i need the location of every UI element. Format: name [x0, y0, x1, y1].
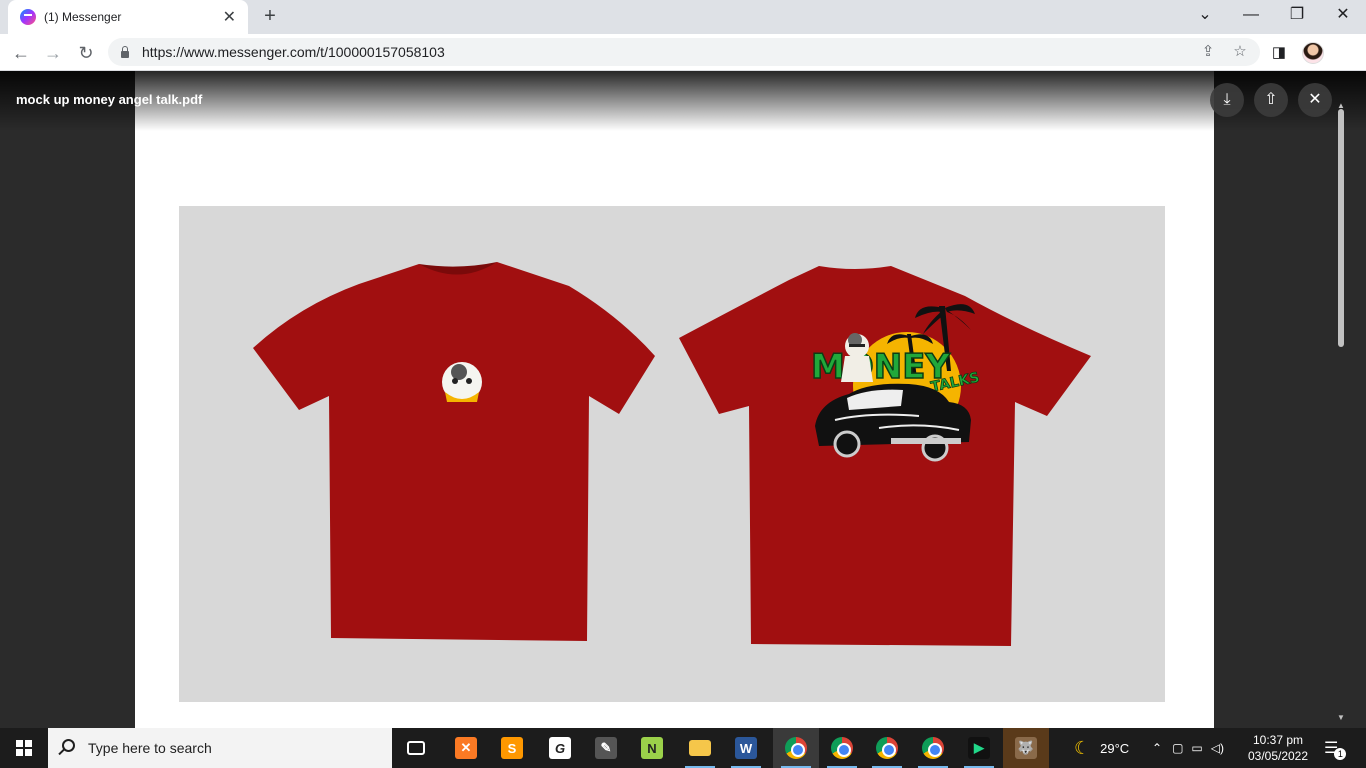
close-window-button[interactable]: ✕: [1320, 0, 1366, 34]
weather-temp: 29°C: [1100, 740, 1130, 756]
pycharm-icon[interactable]: ▶: [956, 728, 1002, 768]
pdf-page: MONEY TALKS: [135, 71, 1214, 728]
back-button[interactable]: ←: [8, 40, 34, 66]
tab-close-icon[interactable]: ✕: [223, 7, 236, 27]
chevron-up-icon[interactable]: ⌃: [1152, 741, 1162, 755]
scrollbar-thumb[interactable]: [1338, 109, 1344, 347]
share-icon[interactable]: ⇪: [1196, 40, 1220, 64]
word-icon[interactable]: W: [723, 728, 769, 768]
pdf-viewer: MONEY TALKS mock up money angel talk.pdf…: [0, 71, 1366, 728]
gimp-icon[interactable]: 🐺: [1003, 728, 1049, 768]
viewer-top-bar: mock up money angel talk.pdf ⤓ ⇧ ✕: [0, 71, 1366, 131]
clock-time: 10:37 pm: [1252, 733, 1304, 747]
notification-badge: 1: [1334, 748, 1347, 760]
browser-tab-strip: (1) Messenger ✕ + ⌄ — ❐ ✕: [0, 0, 1366, 34]
tshirt-mockup-image: MONEY TALKS: [179, 206, 1165, 702]
battery-icon[interactable]: ▭: [1191, 741, 1202, 755]
tab-messenger[interactable]: (1) Messenger ✕: [8, 0, 248, 34]
tab-title: (1) Messenger: [44, 10, 122, 24]
notification-center-icon[interactable]: ☰ 1: [1324, 728, 1347, 768]
chrome-icon-active[interactable]: [773, 728, 819, 768]
address-bar[interactable]: https://www.messenger.com/t/100000157058…: [108, 38, 1260, 66]
start-button[interactable]: [0, 728, 48, 768]
front-chest-logo: [442, 362, 482, 402]
scroll-down-icon[interactable]: ▼: [1337, 713, 1345, 722]
file-name: mock up money angel talk.pdf: [16, 92, 203, 107]
taskbar-search-box[interactable]: Type here to search: [48, 728, 392, 768]
back-tshirt: [679, 266, 1091, 646]
forward-button[interactable]: →: [40, 40, 66, 66]
messenger-icon: [20, 9, 36, 25]
tshirt-mockup-svg: MONEY TALKS: [253, 262, 1091, 646]
chrome-icon[interactable]: [864, 728, 910, 768]
task-view-icon[interactable]: [393, 728, 439, 768]
lock-icon[interactable]: [120, 46, 130, 58]
moon-icon: ☾: [1074, 737, 1091, 758]
clock-date: 03/05/2022: [1247, 749, 1309, 763]
search-placeholder: Type here to search: [88, 740, 212, 756]
meet-now-icon[interactable]: ▢: [1172, 741, 1183, 755]
restore-button[interactable]: ❐: [1274, 0, 1320, 34]
search-icon: [62, 739, 75, 752]
minimize-button[interactable]: —: [1228, 0, 1274, 34]
file-explorer-icon[interactable]: [677, 728, 723, 768]
gimp-like-icon[interactable]: ✎: [583, 728, 629, 768]
browser-toolbar: ← → ↻ https://www.messenger.com/t/100000…: [0, 34, 1366, 71]
download-icon[interactable]: ⤓: [1210, 83, 1244, 117]
vertical-scrollbar[interactable]: ▲ ▼: [1336, 101, 1346, 728]
tab-search-dropdown-icon[interactable]: ⌄: [1182, 0, 1228, 34]
chrome-icon[interactable]: [910, 728, 956, 768]
taskbar-clock[interactable]: 10:37 pm 03/05/2022: [1240, 732, 1316, 764]
volume-icon[interactable]: ◁): [1211, 741, 1224, 755]
new-tab-button[interactable]: +: [258, 4, 282, 28]
weather-widget[interactable]: ☾ 29°C: [1074, 728, 1129, 768]
system-tray[interactable]: ⌃ ▢ ▭ ◁): [1152, 728, 1224, 768]
g-app-icon[interactable]: G: [537, 728, 583, 768]
side-panel-icon[interactable]: ◨: [1266, 40, 1292, 66]
front-tshirt: [253, 262, 655, 641]
chrome-icon[interactable]: [819, 728, 865, 768]
notepad-plus-icon[interactable]: N: [629, 728, 675, 768]
sublime-text-icon[interactable]: S: [489, 728, 535, 768]
profile-avatar[interactable]: [1302, 42, 1324, 64]
share-file-icon[interactable]: ⇧: [1254, 83, 1288, 117]
windows-taskbar: Type here to search ✕ S G ✎ N W ▶ 🐺 ☾ 29…: [0, 728, 1366, 768]
bookmark-star-icon[interactable]: ☆: [1228, 40, 1252, 64]
reload-button[interactable]: ↻: [73, 40, 99, 66]
close-viewer-icon[interactable]: ✕: [1298, 83, 1332, 117]
url-text[interactable]: https://www.messenger.com/t/100000157058…: [142, 44, 445, 60]
xampp-icon[interactable]: ✕: [443, 728, 489, 768]
